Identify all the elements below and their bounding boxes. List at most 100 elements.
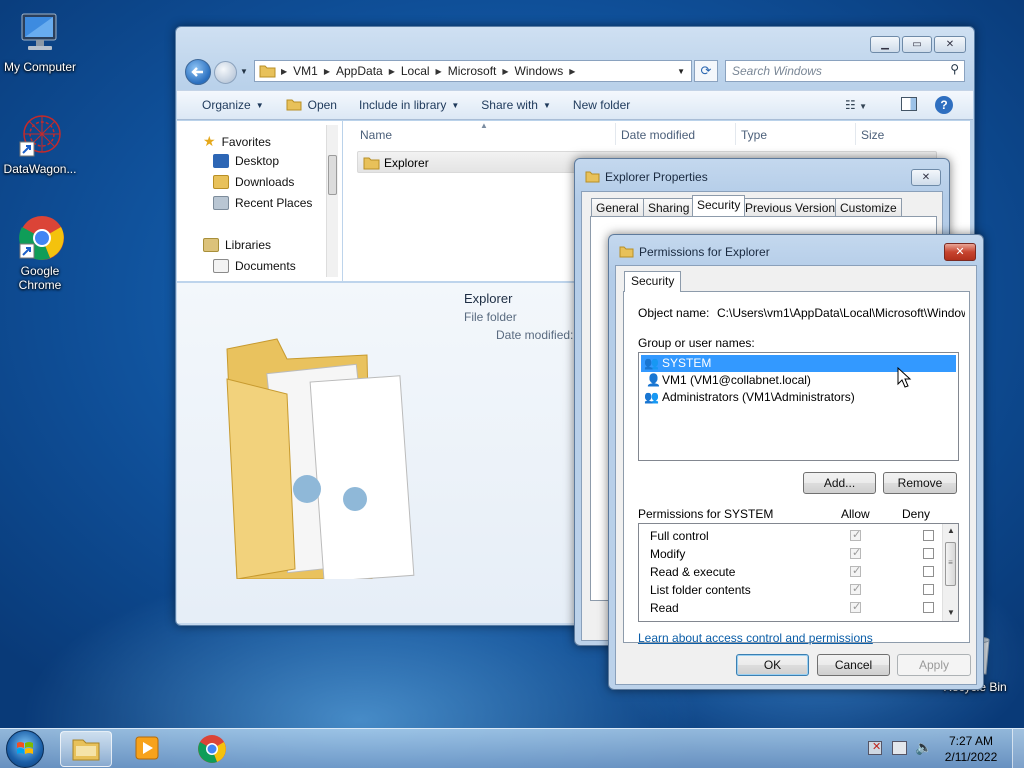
breadcrumb-item[interactable]: Microsoft [448,64,497,78]
permission-name: Full control [650,529,709,543]
search-icon: ⚲ [950,62,959,76]
back-button[interactable] [185,59,211,85]
organize-button[interactable]: Organize ▼ [202,98,264,112]
search-input[interactable]: Search Windows ⚲ [725,60,965,82]
learn-access-control-link[interactable]: Learn about access control and permissio… [638,631,873,645]
column-header-type[interactable]: Type [741,128,767,142]
nav-scrollbar[interactable] [326,125,338,277]
new-folder-button[interactable]: New folder [573,98,630,112]
add-button[interactable]: Add... [803,472,876,494]
column-header-name[interactable]: Name [360,128,392,142]
nav-label: Desktop [235,154,280,168]
action-center-icon[interactable] [892,741,907,755]
properties-close-button[interactable]: ✕ [911,169,941,186]
search-placeholder: Search Windows [732,64,822,78]
tab-general[interactable]: General [591,198,644,216]
allow-checkbox[interactable] [850,528,861,541]
close-button[interactable]: ✕ [934,36,966,53]
permissions-for-label: Permissions for SYSTEM [638,507,774,521]
clock-time: 7:27 AM [948,734,994,748]
show-desktop-button[interactable] [1012,729,1024,768]
apply-button[interactable]: Apply [897,654,971,676]
permissions-scrollbar[interactable]: ▲ ≡ ▼ [942,524,958,621]
desktop-icon-datawagon[interactable]: DataWagon... [0,112,80,176]
mouse-cursor-icon [897,367,912,388]
folder-icon [585,171,600,183]
nav-item-desktop[interactable]: Desktop [213,154,279,168]
breadcrumb-item[interactable]: Local [401,64,430,78]
nav-item-libraries[interactable]: Libraries [203,238,271,252]
open-label: Open [307,98,337,112]
taskbar-media-player-button[interactable] [122,731,174,767]
breadcrumb-item[interactable]: AppData [336,64,383,78]
large-folder-icon [226,338,415,579]
allow-checkbox[interactable] [850,546,861,559]
permissions-close-button[interactable]: ✕ [944,243,976,261]
taskbar-chrome-button[interactable] [186,731,238,767]
allow-checkbox[interactable] [850,600,861,613]
start-button[interactable] [6,730,44,768]
recent-places-icon [213,196,229,210]
deny-checkbox[interactable] [923,548,935,559]
nav-item-documents[interactable]: Documents [213,259,296,273]
scroll-up-icon[interactable]: ▲ [947,526,955,535]
breadcrumb-item[interactable]: VM1 [293,64,318,78]
folder-icon [619,246,634,258]
open-button[interactable]: Open [286,98,337,112]
preview-pane-icon[interactable] [901,97,917,111]
details-date-label: Date modified: [496,328,574,342]
breadcrumb-item[interactable]: Windows [515,64,564,78]
forward-button[interactable] [214,61,237,84]
help-icon[interactable]: ? [935,96,953,114]
chrome-icon [198,735,226,763]
permission-name: List folder contents [650,583,751,597]
nav-label: Documents [235,259,296,273]
remove-button[interactable]: Remove [883,472,957,494]
nav-item-recent-places[interactable]: Recent Places [213,196,312,210]
scroll-down-icon[interactable]: ▼ [947,608,955,617]
media-player-icon [135,736,159,760]
nav-item-downloads[interactable]: Downloads [213,175,294,189]
deny-checkbox[interactable] [923,584,935,595]
column-header-size[interactable]: Size [861,128,884,142]
recent-pages-dropdown[interactable]: ▼ [240,67,248,76]
deny-checkbox[interactable] [923,602,935,613]
nav-item-favorites[interactable]: ★ Favorites [203,133,271,150]
organize-label: Organize [202,98,251,112]
include-in-library-button[interactable]: Include in library ▼ [359,98,459,112]
scroll-thumb[interactable]: ≡ [945,542,956,586]
tab-sharing[interactable]: Sharing [643,198,695,216]
deny-checkbox[interactable] [923,530,935,541]
volume-icon[interactable]: 🔈 [915,739,932,756]
view-options-icon[interactable]: ☷ ▼ [845,98,867,112]
network-icon[interactable]: ✕ [868,741,882,755]
share-with-button[interactable]: Share with ▼ [481,98,551,112]
command-bar: Organize ▼ Open Include in library ▼ Share… [177,90,973,120]
user-item-administrators[interactable]: 👥 Administrators (VM1\Administrators) [641,389,956,406]
tab-security[interactable]: Security [692,195,746,216]
cancel-button[interactable]: Cancel [817,654,890,676]
minimize-button[interactable]: ▁ [870,36,900,53]
refresh-button[interactable]: ⟳ [694,60,718,82]
maximize-button[interactable]: ▭ [902,36,932,53]
clock[interactable]: 7:27 AM 2/11/2022 [940,734,1002,764]
desktop-icon-my-computer[interactable]: My Computer [0,10,80,74]
allow-checkbox[interactable] [850,564,861,577]
desktop-icon-google-chrome[interactable]: Google Chrome [0,214,80,292]
properties-title: Explorer Properties [605,170,708,184]
permission-row: Read [650,600,940,619]
column-header-date[interactable]: Date modified [621,128,695,142]
address-bar[interactable]: ▶ VM1 ▶ AppData ▶ Local ▶ Microsoft ▶ Window… [254,60,692,82]
address-dropdown-icon[interactable]: ▼ [677,67,685,76]
tab-previous-versions[interactable]: Previous Versions [740,198,847,216]
tab-security[interactable]: Security [624,271,682,292]
ok-button[interactable]: OK [736,654,809,676]
tab-customize[interactable]: Customize [835,198,902,216]
user-name: VM1 (VM1@collabnet.local) [662,373,811,387]
permission-row: Read & execute [650,564,940,583]
allow-checkbox[interactable] [850,582,861,595]
user-name: SYSTEM [662,356,712,370]
group-label: Group or user names: [638,336,755,350]
deny-checkbox[interactable] [923,566,935,577]
taskbar-explorer-button[interactable] [60,731,112,767]
